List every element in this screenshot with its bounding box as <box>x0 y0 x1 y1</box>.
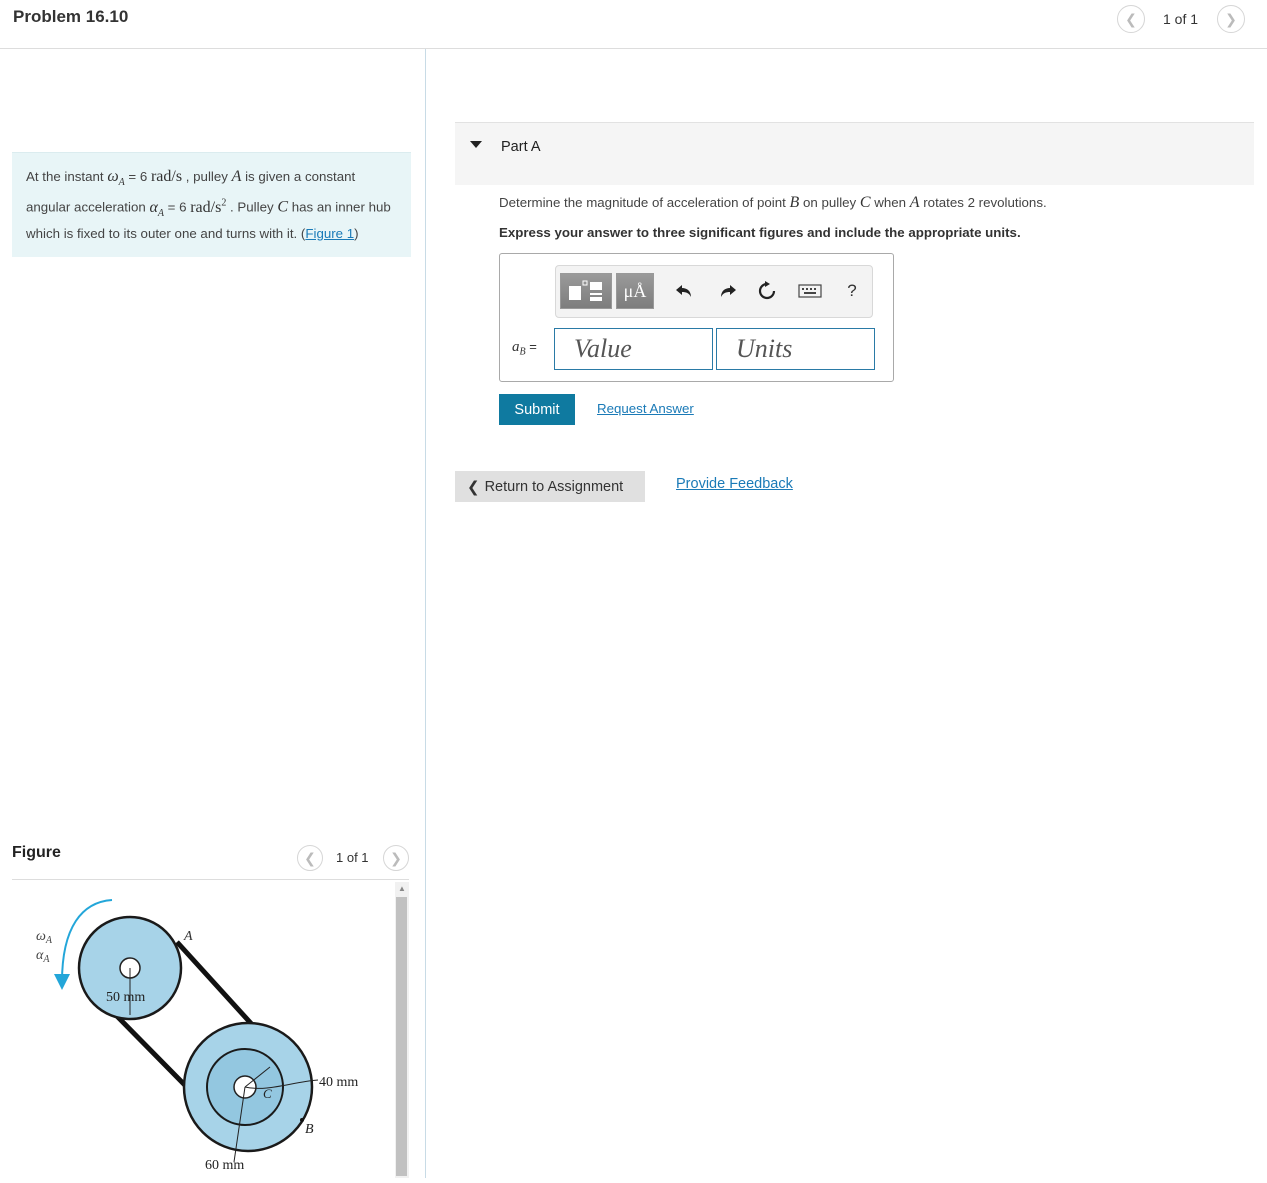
chevron-left-icon: ❮ <box>467 478 480 496</box>
templates-icon <box>569 280 602 301</box>
problem-title: Problem 16.10 <box>13 7 129 26</box>
units-button[interactable]: μÅ <box>616 273 654 309</box>
undo-icon <box>676 285 691 297</box>
prev-problem-button[interactable]: ❮ <box>1117 5 1145 33</box>
figure-divider <box>12 879 409 880</box>
pulley-figure: ωA αA A 50 mm C 40 mm B 60 mm <box>12 882 397 1178</box>
radius-a-label: 50 mm <box>106 990 145 1005</box>
redo-button[interactable] <box>716 273 740 309</box>
reset-button[interactable] <box>754 273 780 309</box>
problem-pager: 1 of 1 <box>1163 11 1199 27</box>
point-c-label: C <box>263 1086 272 1101</box>
return-label: Return to Assignment <box>484 478 624 495</box>
part-a-header[interactable] <box>455 122 1254 185</box>
help-button[interactable]: ? <box>842 273 862 309</box>
alpha-a-label: αA <box>36 948 50 965</box>
keyboard-icon <box>798 284 822 298</box>
provide-feedback-link[interactable]: Provide Feedback <box>676 476 793 492</box>
chevron-left-icon: ❮ <box>304 849 316 866</box>
answer-instructions: Express your answer to three significant… <box>499 225 1021 240</box>
units-input[interactable] <box>716 328 875 370</box>
value-input[interactable] <box>554 328 713 370</box>
figure-scrollbar-thumb[interactable] <box>396 897 407 1176</box>
chevron-left-icon: ❮ <box>1125 10 1137 27</box>
point-b-label: B <box>305 1122 314 1137</box>
chevron-right-icon: ❯ <box>390 849 402 866</box>
return-to-assignment-button[interactable]: ❮ Return to Assignment <box>455 471 645 502</box>
problem-statement: At the instant ωA = 6 rad/s , pulley A i… <box>12 152 411 257</box>
reset-icon <box>758 281 776 300</box>
collapse-caret-icon[interactable] <box>470 141 482 148</box>
figure-link[interactable]: Figure 1 <box>305 226 354 241</box>
omega-a-label: ωA <box>36 929 53 946</box>
radius-inner-label: 40 mm <box>319 1075 358 1090</box>
next-figure-button[interactable]: ❯ <box>383 845 409 871</box>
prev-figure-button[interactable]: ❮ <box>297 845 323 871</box>
next-problem-button[interactable]: ❯ <box>1217 5 1245 33</box>
chevron-right-icon: ❯ <box>1225 10 1237 27</box>
scroll-up-arrow-icon[interactable]: ▲ <box>396 884 408 894</box>
request-answer-link[interactable]: Request Answer <box>597 401 694 416</box>
keyboard-button[interactable] <box>797 273 823 309</box>
figure-pager: 1 of 1 <box>336 850 369 865</box>
header-divider <box>0 48 1267 49</box>
submit-button[interactable]: Submit <box>499 394 575 425</box>
redo-icon <box>721 285 736 297</box>
part-a-title: Part A <box>501 139 541 155</box>
undo-button[interactable] <box>672 273 696 309</box>
point-a-label: A <box>183 929 193 944</box>
column-divider <box>425 49 426 1178</box>
templates-button[interactable] <box>560 273 612 309</box>
figure-heading: Figure <box>12 844 61 861</box>
answer-variable-label: aB = <box>512 339 537 358</box>
question-text: Determine the magnitude of acceleration … <box>499 194 1047 211</box>
radius-outer-label: 60 mm <box>205 1158 244 1173</box>
